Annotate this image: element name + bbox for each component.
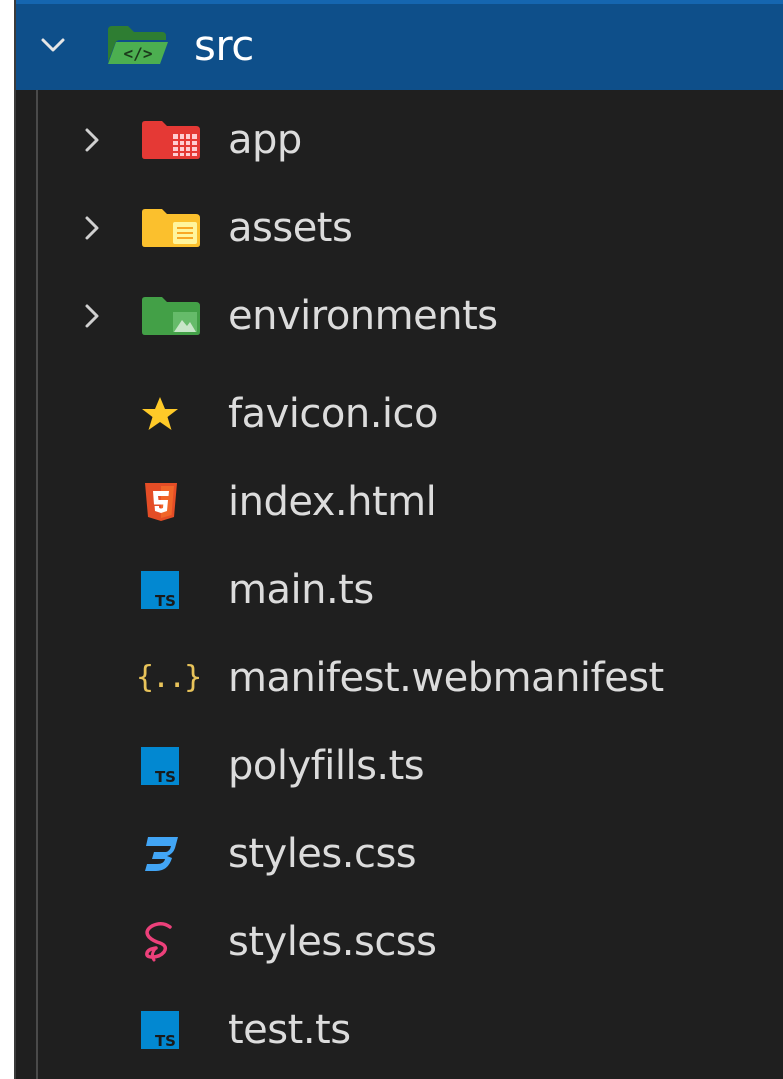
css3-icon <box>142 810 180 897</box>
sass-icon <box>140 898 180 985</box>
tree-item-label: favicon.ico <box>228 390 439 437</box>
file-explorer-panel: </> src app assets environments favicon.… <box>14 0 783 1079</box>
chevron-right-icon[interactable] <box>80 184 104 271</box>
tree-item-index-html[interactable]: index.html <box>16 458 783 545</box>
typescript-icon: TS <box>140 986 180 1073</box>
tree-item-label: polyfills.ts <box>228 742 425 789</box>
tree-item-polyfills-ts[interactable]: TS polyfills.ts <box>16 722 783 809</box>
tree-item-test-ts[interactable]: TS test.ts <box>16 986 783 1073</box>
star-icon <box>140 370 180 457</box>
tree-item-label: assets <box>228 204 353 251</box>
svg-text:</>: </> <box>124 44 153 63</box>
svg-text:TS: TS <box>155 592 176 610</box>
chevron-down-icon[interactable] <box>38 0 68 90</box>
tree-item-label: main.ts <box>228 566 374 613</box>
tree-item-app[interactable]: app <box>16 96 783 183</box>
tree-item-main-ts[interactable]: TS main.ts <box>16 546 783 633</box>
tree-item-styles-css[interactable]: styles.css <box>16 810 783 897</box>
chevron-right-icon[interactable] <box>80 96 104 183</box>
tree-item-favicon[interactable]: favicon.ico <box>16 370 783 457</box>
tree-item-environments[interactable]: environments <box>16 272 783 359</box>
tree-item-label: index.html <box>228 478 437 525</box>
folder-environments-icon <box>140 272 202 359</box>
tree-item-styles-scss[interactable]: styles.scss <box>16 898 783 985</box>
svg-text:TS: TS <box>155 1032 176 1050</box>
folder-app-icon <box>140 96 202 183</box>
svg-text:TS: TS <box>155 768 176 786</box>
tree-item-src[interactable]: </> src <box>16 0 783 90</box>
tree-item-manifest[interactable]: {..} manifest.webmanifest <box>16 634 783 721</box>
html5-icon <box>144 458 178 545</box>
typescript-icon: TS <box>140 546 180 633</box>
tree-item-label: test.ts <box>228 1006 351 1053</box>
tree-item-label: app <box>228 116 302 163</box>
json-braces-icon: {..} <box>136 660 202 695</box>
tree-item-label: styles.css <box>228 830 417 877</box>
folder-src-open-icon: </> <box>106 0 170 90</box>
typescript-icon: TS <box>140 722 180 809</box>
tree-item-label: src <box>194 20 254 70</box>
tree-item-label: manifest.webmanifest <box>228 654 664 701</box>
tree-item-label: environments <box>228 292 498 339</box>
tree-item-label: styles.scss <box>228 918 437 965</box>
tree-item-assets[interactable]: assets <box>16 184 783 271</box>
chevron-right-icon[interactable] <box>80 272 104 359</box>
folder-assets-icon <box>140 184 202 271</box>
